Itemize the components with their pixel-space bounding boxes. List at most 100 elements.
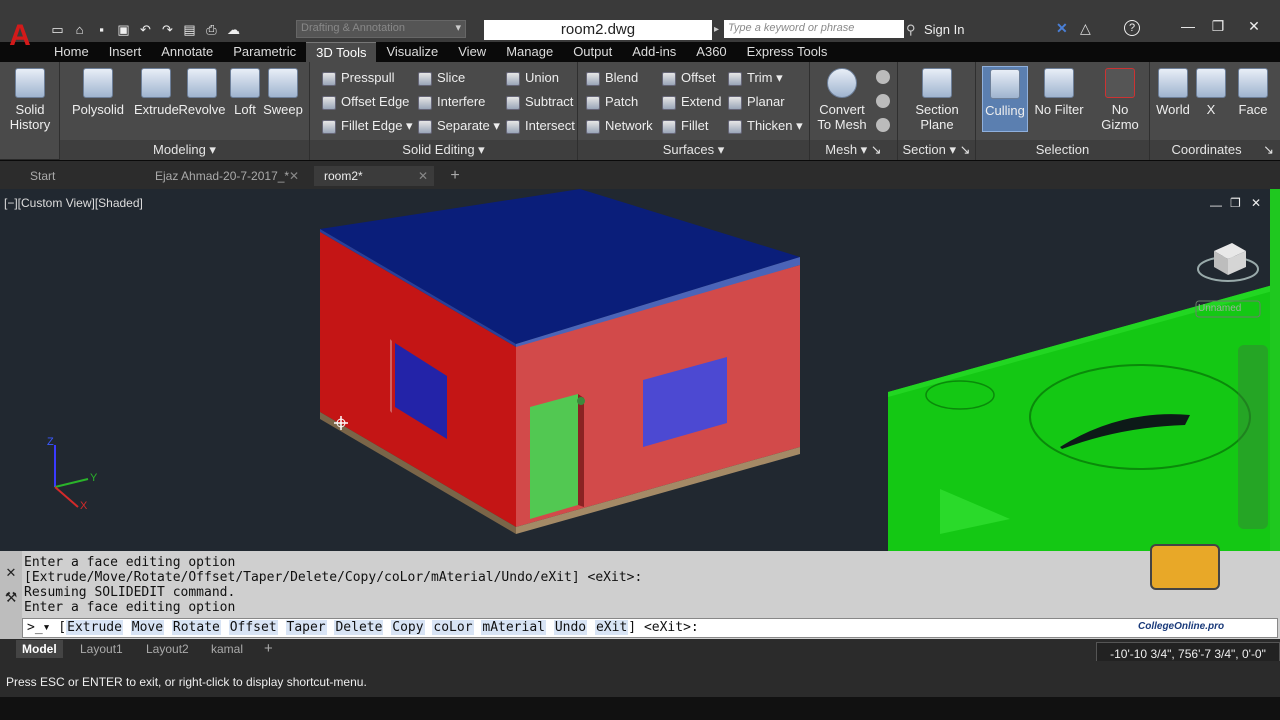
tab-annotate[interactable]: Annotate — [151, 42, 223, 62]
tab-view[interactable]: View — [448, 42, 496, 62]
new-tab-button[interactable]: + — [444, 166, 466, 186]
tab-layout1[interactable]: Layout1 — [74, 640, 129, 658]
workspace-dropdown[interactable]: Drafting & Annotation ▾ — [296, 20, 466, 38]
panel-title-section[interactable]: Section ▾ ↘ — [898, 140, 975, 160]
tab-output[interactable]: Output — [563, 42, 622, 62]
face-ucs-button[interactable]: Face — [1236, 68, 1270, 117]
patch-button[interactable]: Patch — [586, 92, 638, 112]
option-delete[interactable]: Delete — [334, 620, 384, 635]
option-undo[interactable]: Undo — [553, 620, 588, 635]
fillet-surface-button[interactable]: Fillet — [662, 116, 708, 136]
intersect-button[interactable]: Intersect — [506, 116, 575, 136]
plot-icon[interactable]: ▤ — [180, 20, 199, 39]
loft-button[interactable]: Loft — [228, 68, 262, 117]
option-taper[interactable]: Taper — [285, 620, 327, 635]
close-icon[interactable]: ✕ — [1240, 18, 1268, 38]
slice-button[interactable]: Slice — [418, 68, 465, 88]
search-input[interactable]: Type a keyword or phrase — [724, 20, 904, 38]
share-icon[interactable]: ☁ — [224, 20, 243, 39]
tab-model[interactable]: Model — [16, 640, 63, 658]
tab-parametric[interactable]: Parametric — [223, 42, 306, 62]
panel-title-mesh[interactable]: Mesh ▾ ↘ — [810, 140, 897, 160]
fillet-edge-button[interactable]: Fillet Edge ▾ — [322, 116, 413, 136]
save-icon[interactable]: ▪ — [92, 20, 111, 39]
doc-tab-start[interactable]: Start — [20, 166, 140, 186]
viewport-minimize-icon[interactable]: — — [1210, 198, 1222, 212]
customize-wrench-icon[interactable]: ⚒ — [0, 589, 22, 606]
blend-button[interactable]: Blend — [586, 68, 638, 88]
tab-a360[interactable]: A360 — [686, 42, 736, 62]
panel-title-solid-editing[interactable]: Solid Editing ▾ — [310, 140, 577, 160]
panel-title-coordinates[interactable]: Coordinates ↘ — [1150, 140, 1280, 160]
subtract-button[interactable]: Subtract — [506, 92, 573, 112]
tab-kamal[interactable]: kamal — [205, 640, 249, 658]
offset-surface-button[interactable]: Offset — [662, 68, 715, 88]
close-tab-icon[interactable]: ✕ — [418, 166, 428, 186]
command-input[interactable]: >_▾ [Extrude Move Rotate Offset Taper De… — [22, 618, 1278, 638]
option-move[interactable]: Move — [130, 620, 165, 635]
presspull-button[interactable]: Presspull — [322, 68, 394, 88]
tab-add-ins[interactable]: Add-ins — [622, 42, 686, 62]
polysolid-button[interactable]: Polysolid — [70, 68, 126, 117]
panel-title-selection[interactable]: Selection — [976, 140, 1149, 160]
ucs-name-label[interactable]: Unnamed — [1198, 303, 1241, 314]
add-layout-button[interactable]: + — [258, 640, 279, 658]
option-copy[interactable]: Copy — [391, 620, 425, 635]
open-icon[interactable]: ⌂ — [70, 20, 89, 39]
planar-button[interactable]: Planar — [728, 92, 785, 112]
convert-to-mesh-button[interactable]: Convert To Mesh — [814, 68, 870, 132]
title-arrow-icon[interactable]: ▸ — [714, 20, 724, 40]
option-color[interactable]: coLor — [432, 620, 474, 635]
x-ucs-button[interactable]: X — [1196, 68, 1226, 117]
revolve-button[interactable]: Revolve — [178, 68, 226, 117]
viewport-restore-icon[interactable]: ❐ — [1230, 196, 1241, 210]
option-extrude[interactable]: Extrude — [66, 620, 123, 635]
tab-insert[interactable]: Insert — [99, 42, 152, 62]
viewport-close-icon[interactable]: ✕ — [1251, 196, 1261, 210]
sign-in-button[interactable]: ⚲ Sign In — [906, 20, 1054, 40]
sweep-button[interactable]: Sweep — [262, 68, 304, 117]
doc-tab-ejaz[interactable]: Ejaz Ahmad-20-7-2017_* ✕ — [145, 166, 305, 186]
tab-layout2[interactable]: Layout2 — [140, 640, 195, 658]
trim-button[interactable]: Trim ▾ — [728, 68, 783, 88]
tab-express-tools[interactable]: Express Tools — [737, 42, 838, 62]
undo-icon[interactable]: ↶ — [136, 20, 155, 39]
exchange-icon[interactable]: ✕ — [1056, 20, 1068, 37]
solid-history-button[interactable]: Solid History — [6, 68, 54, 132]
option-exit[interactable]: eXit — [594, 620, 629, 635]
extend-button[interactable]: Extend — [662, 92, 721, 112]
panel-title-modeling[interactable]: Modeling ▾ — [60, 140, 309, 160]
drawing-viewport[interactable] — [0, 189, 1280, 551]
restore-icon[interactable]: ❐ — [1204, 18, 1232, 38]
interfere-button[interactable]: Interfere — [418, 92, 485, 112]
tab-visualize[interactable]: Visualize — [376, 42, 448, 62]
option-rotate[interactable]: Rotate — [171, 620, 221, 635]
minimize-icon[interactable]: — — [1174, 18, 1202, 38]
no-filter-button[interactable]: No Filter — [1032, 68, 1086, 117]
union-button[interactable]: Union — [506, 68, 559, 88]
door[interactable] — [530, 394, 578, 519]
mesh-smooth-icon[interactable] — [876, 70, 890, 84]
viewport-controls-label[interactable]: [−][Custom View][Shaded] — [4, 196, 143, 210]
close-tab-icon[interactable]: ✕ — [289, 166, 299, 186]
option-offset[interactable]: Offset — [228, 620, 278, 635]
new-icon[interactable]: ▭ — [48, 20, 67, 39]
save-as-icon[interactable]: ▣ — [114, 20, 133, 39]
panel-title-surfaces[interactable]: Surfaces ▾ — [578, 140, 809, 160]
tab-home[interactable]: Home — [44, 42, 99, 62]
no-gizmo-button[interactable]: No Gizmo — [1092, 68, 1148, 132]
navigation-bar[interactable] — [1238, 345, 1268, 529]
tab-3d-tools[interactable]: 3D Tools — [306, 42, 377, 62]
mesh-refine-icon[interactable] — [876, 94, 890, 108]
section-plane-button[interactable]: Section Plane — [906, 68, 968, 132]
network-button[interactable]: Network — [586, 116, 653, 136]
separate-button[interactable]: Separate ▾ — [418, 116, 500, 136]
redo-icon[interactable]: ↷ — [158, 20, 177, 39]
application-menu-button[interactable]: A — [0, 16, 40, 56]
world-ucs-button[interactable]: World — [1154, 68, 1192, 117]
extrude-button[interactable]: Extrude — [134, 68, 179, 117]
close-command-icon[interactable]: ✕ — [0, 565, 22, 581]
thicken-button[interactable]: Thicken ▾ — [728, 116, 803, 136]
option-material[interactable]: mAterial — [481, 620, 546, 635]
help-icon[interactable]: ? — [1124, 20, 1140, 36]
